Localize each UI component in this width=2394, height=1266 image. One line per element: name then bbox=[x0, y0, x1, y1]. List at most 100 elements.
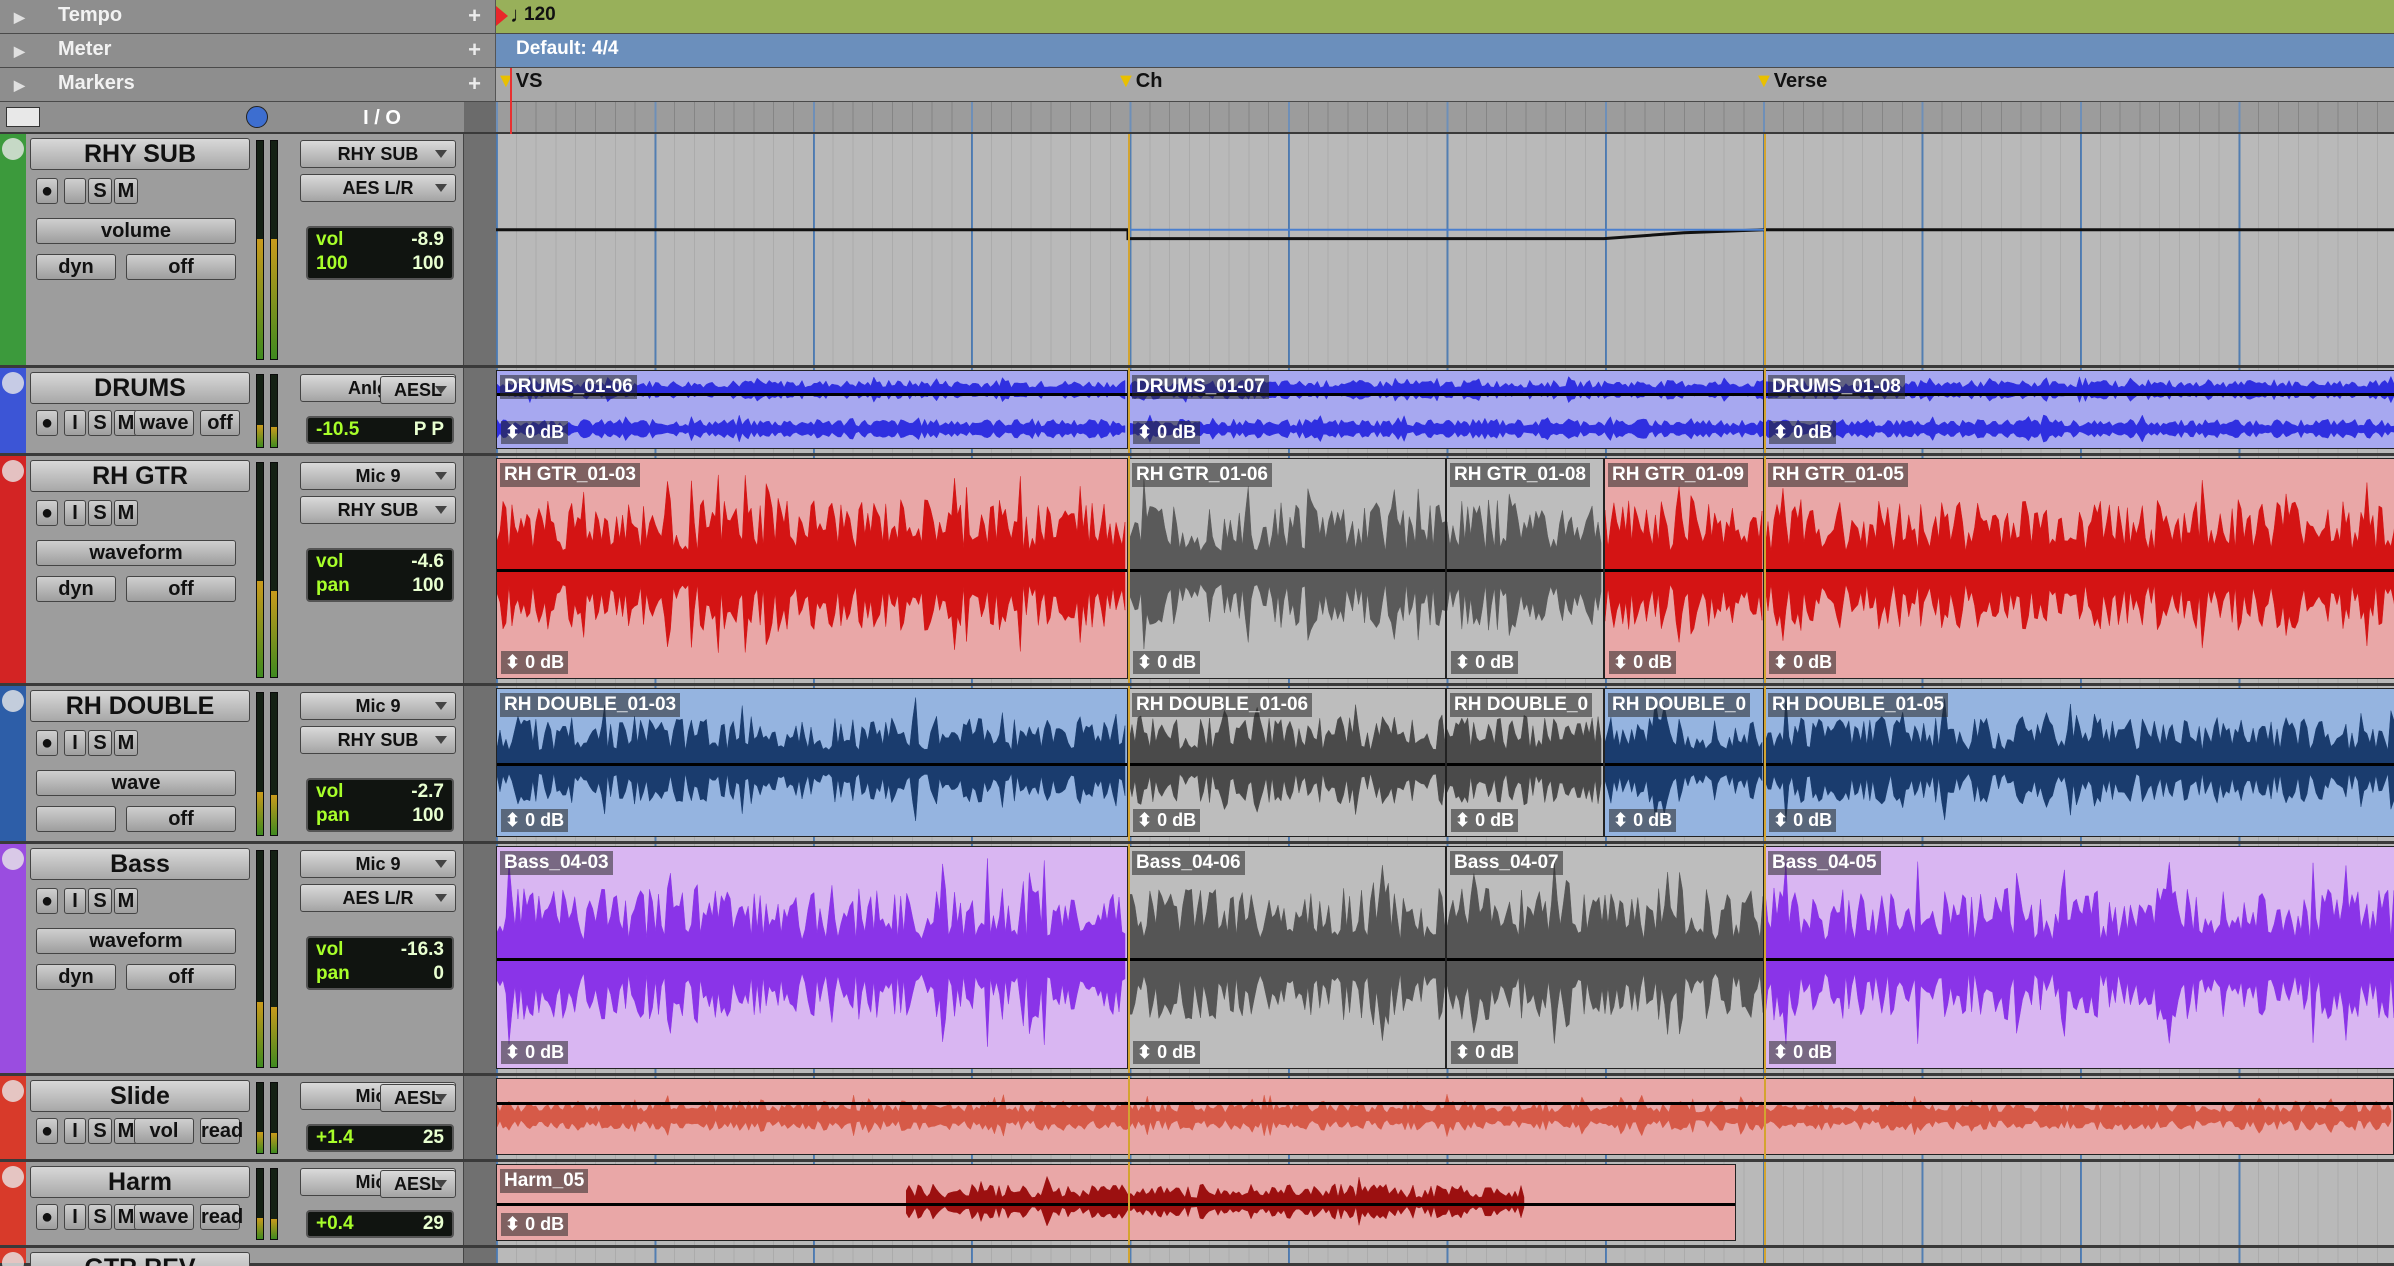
track-view-selector[interactable]: volume bbox=[36, 218, 236, 244]
track-options-icon[interactable] bbox=[2, 1080, 24, 1102]
automation-mode[interactable]: read bbox=[200, 1118, 243, 1144]
input-monitor-button[interactable]: I bbox=[64, 500, 86, 526]
clip-gain[interactable]: ⬍ 0 dB bbox=[1451, 1041, 1519, 1064]
audio-clip[interactable]: Bass_04-07 ⬍ 0 dB bbox=[1446, 846, 1764, 1069]
clip-gain[interactable]: ⬍ 0 dB bbox=[1133, 421, 1201, 444]
track-name[interactable]: RH GTR bbox=[30, 460, 250, 492]
clock-icon[interactable] bbox=[246, 106, 268, 128]
audio-clip[interactable]: Bass_04-05 ⬍ 0 dB bbox=[1764, 846, 2394, 1069]
track-lane[interactable]: RH GTR_01-03 ⬍ 0 dB RH GTR_01-06 ⬍ 0 dB RH G… bbox=[496, 456, 2394, 683]
input-monitor-button[interactable]: I bbox=[64, 410, 86, 436]
input-selector[interactable]: Mic 9 bbox=[300, 692, 456, 720]
expand-triangle-icon[interactable]: ▶ bbox=[14, 9, 25, 26]
dyn-selector[interactable] bbox=[36, 806, 116, 832]
dyn-selector[interactable]: dyn bbox=[36, 254, 116, 280]
tempo-marker-icon[interactable] bbox=[496, 6, 508, 26]
track-view-selector[interactable]: wave bbox=[36, 770, 236, 796]
clip-gain[interactable]: ⬍ 0 dB bbox=[1133, 1041, 1201, 1064]
track-name[interactable]: Harm bbox=[30, 1166, 250, 1198]
playhead[interactable] bbox=[510, 68, 512, 134]
record-enable-button[interactable]: ● bbox=[36, 1118, 58, 1144]
automation-mode[interactable]: off bbox=[126, 254, 236, 280]
track-color-bar[interactable] bbox=[0, 844, 26, 1073]
output-selector[interactable]: RHY SUB bbox=[300, 726, 456, 754]
record-enable-button[interactable]: ● bbox=[36, 410, 58, 436]
volume-pan-display[interactable]: vol -8.9 100 100 bbox=[306, 226, 454, 280]
audio-clip[interactable]: DRUMS_01-06 ⬍ 0 dB bbox=[496, 370, 1128, 449]
expand-triangle-icon[interactable]: ▶ bbox=[14, 43, 25, 60]
track-options-icon[interactable] bbox=[2, 460, 24, 482]
record-enable-button[interactable]: ● bbox=[36, 888, 58, 914]
marker-verse[interactable]: ▼Verse bbox=[1754, 70, 1827, 93]
automation-mode[interactable]: off bbox=[126, 964, 236, 990]
expand-triangle-icon[interactable]: ▶ bbox=[14, 77, 25, 94]
audio-clip[interactable]: DRUMS_01-07 ⬍ 0 dB bbox=[1128, 370, 1764, 449]
track-options-icon[interactable] bbox=[2, 138, 24, 160]
track-lane[interactable] bbox=[496, 1076, 2394, 1159]
track-lane[interactable]: Bass_04-03 ⬍ 0 dB Bass_04-06 ⬍ 0 dB Bass_04-… bbox=[496, 844, 2394, 1073]
input-selector[interactable]: Mic 9 bbox=[300, 462, 456, 490]
output-selector[interactable]: AESL bbox=[380, 1170, 456, 1198]
audio-clip[interactable] bbox=[496, 1078, 2394, 1155]
track-name[interactable]: Slide bbox=[30, 1080, 250, 1112]
add-tempo-button[interactable]: + bbox=[468, 3, 481, 29]
input-monitor-button[interactable] bbox=[64, 178, 86, 204]
record-enable-button[interactable]: ● bbox=[36, 178, 58, 204]
volume-pan-display[interactable]: +0.4 29 bbox=[306, 1210, 454, 1238]
track-options-icon[interactable] bbox=[2, 690, 24, 712]
audio-clip[interactable]: Bass_04-03 ⬍ 0 dB bbox=[496, 846, 1128, 1069]
automation-mode[interactable]: off bbox=[200, 410, 240, 436]
automation-mode[interactable]: read bbox=[200, 1204, 243, 1230]
track-list-toggle-icon[interactable] bbox=[6, 107, 40, 127]
track-options-icon[interactable] bbox=[2, 372, 24, 394]
mute-button[interactable]: M bbox=[114, 178, 138, 204]
audio-clip[interactable]: RH DOUBLE_0 ⬍ 0 dB bbox=[1446, 688, 1604, 837]
record-enable-button[interactable]: ● bbox=[36, 500, 58, 526]
input-monitor-button[interactable]: I bbox=[64, 730, 86, 756]
input-selector[interactable]: Mic 9 bbox=[300, 850, 456, 878]
output-selector[interactable]: AES L/R bbox=[300, 174, 456, 202]
view-selector[interactable]: wave bbox=[134, 410, 194, 436]
view-selector[interactable]: vol bbox=[134, 1118, 194, 1144]
track-lane[interactable]: RH DOUBLE_01-03 ⬍ 0 dB RH DOUBLE_01-06 ⬍ 0 … bbox=[496, 686, 2394, 841]
dyn-selector[interactable]: dyn bbox=[36, 576, 116, 602]
audio-clip[interactable]: RH DOUBLE_01-05 ⬍ 0 dB bbox=[1764, 688, 2394, 837]
output-selector[interactable]: AESL bbox=[380, 1084, 456, 1112]
solo-button[interactable]: S bbox=[88, 1118, 112, 1144]
audio-clip[interactable]: DRUMS_01-08 ⬍ 0 dB bbox=[1764, 370, 2394, 449]
solo-button[interactable]: S bbox=[88, 500, 112, 526]
clip-gain[interactable]: ⬍ 0 dB bbox=[501, 421, 569, 444]
solo-button[interactable]: S bbox=[88, 178, 112, 204]
markers-lane[interactable]: ▼VS ▼Ch ▼Verse bbox=[496, 68, 2394, 101]
add-marker-button[interactable]: + bbox=[468, 71, 481, 97]
record-enable-button[interactable]: ● bbox=[36, 1204, 58, 1230]
tempo-lane[interactable]: ♩ 120 bbox=[496, 0, 2394, 33]
output-selector[interactable]: AESL bbox=[380, 376, 456, 404]
track-name[interactable]: DRUMS bbox=[30, 372, 250, 404]
mute-button[interactable]: M bbox=[114, 888, 138, 914]
clip-gain[interactable]: ⬍ 0 dB bbox=[1769, 1041, 1837, 1064]
solo-button[interactable]: S bbox=[88, 1204, 112, 1230]
timeline-ruler[interactable] bbox=[496, 102, 2394, 132]
track-lane[interactable]: DRUMS_01-06 ⬍ 0 dB DRUMS_01-07 ⬍ 0 dB DRUMS_… bbox=[496, 368, 2394, 453]
track-lane[interactable]: Harm_05 ⬍ 0 dB bbox=[496, 1162, 2394, 1245]
output-selector[interactable]: RHY SUB bbox=[300, 496, 456, 524]
volume-pan-display[interactable]: vol -16.3 pan 0 bbox=[306, 936, 454, 990]
track-name[interactable]: GTR REV bbox=[30, 1252, 250, 1266]
record-enable-button[interactable]: ● bbox=[36, 730, 58, 756]
clip-gain[interactable]: ⬍ 0 dB bbox=[1133, 809, 1201, 832]
clip-gain[interactable]: ⬍ 0 dB bbox=[1451, 809, 1519, 832]
track-options-icon[interactable] bbox=[2, 1166, 24, 1188]
audio-clip[interactable]: RH DOUBLE_01-03 ⬍ 0 dB bbox=[496, 688, 1128, 837]
clip-gain[interactable]: ⬍ 0 dB bbox=[501, 1041, 569, 1064]
audio-clip[interactable]: Harm_05 ⬍ 0 dB bbox=[496, 1164, 1736, 1241]
automation-mode[interactable]: off bbox=[126, 576, 236, 602]
solo-button[interactable]: S bbox=[88, 888, 112, 914]
output-selector[interactable]: AES L/R bbox=[300, 884, 456, 912]
audio-clip[interactable]: RH DOUBLE_01-06 ⬍ 0 dB bbox=[1128, 688, 1446, 837]
track-view-selector[interactable]: waveform bbox=[36, 928, 236, 954]
input-monitor-button[interactable]: I bbox=[64, 1204, 86, 1230]
clip-gain[interactable]: ⬍ 0 dB bbox=[501, 809, 569, 832]
audio-clip[interactable]: Bass_04-06 ⬍ 0 dB bbox=[1128, 846, 1446, 1069]
dyn-selector[interactable]: dyn bbox=[36, 964, 116, 990]
